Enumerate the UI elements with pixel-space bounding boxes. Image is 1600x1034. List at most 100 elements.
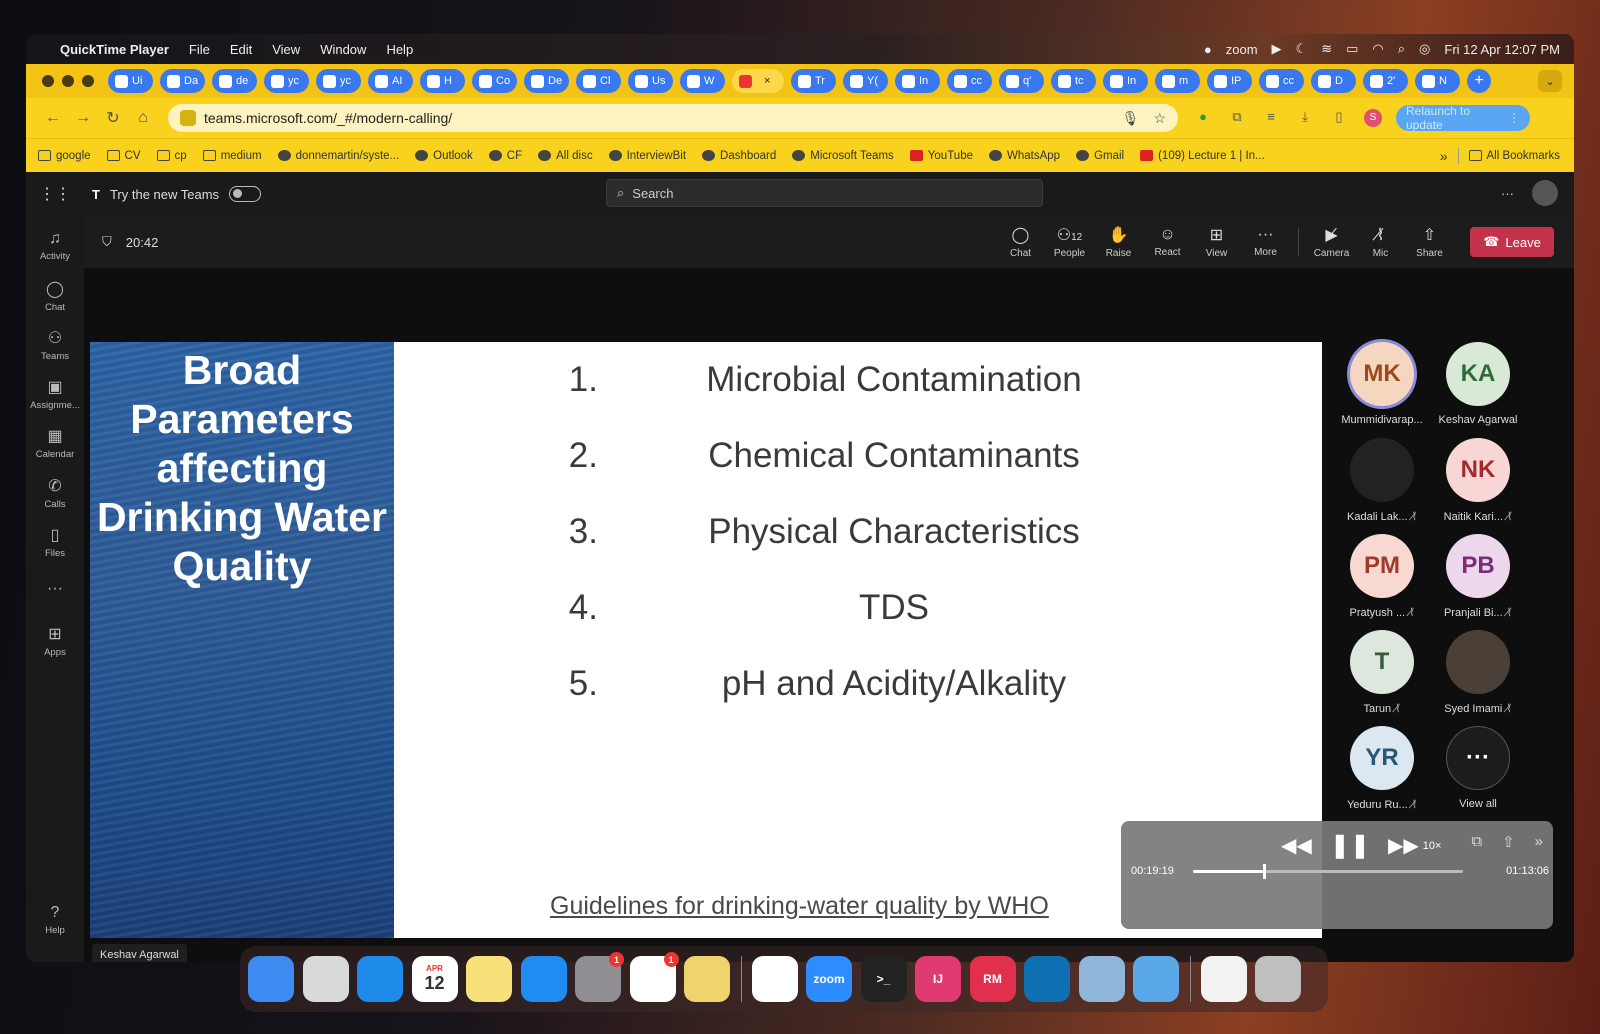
user-avatar[interactable]: [1532, 180, 1558, 206]
url-bar[interactable]: teams.microsoft.com/_#/modern-calling/ 🎙…: [168, 104, 1178, 132]
quicktime-icon[interactable]: [1133, 956, 1179, 1002]
browser-tab[interactable]: In: [895, 69, 940, 93]
vscode-icon[interactable]: [1024, 956, 1070, 1002]
bookmark-item[interactable]: Dashboard: [702, 150, 776, 162]
notes-icon[interactable]: [466, 956, 512, 1002]
bookmark-item[interactable]: WhatsApp: [989, 150, 1060, 162]
fast-forward-icon[interactable]: ▶▶: [1388, 833, 1419, 858]
bookmark-item[interactable]: medium: [202, 150, 262, 162]
play-circle-icon[interactable]: ▶: [1272, 41, 1282, 57]
menu-app-name[interactable]: QuickTime Player: [60, 42, 169, 57]
menu-file[interactable]: File: [189, 42, 210, 57]
picture-in-picture-icon[interactable]: ⧉: [1471, 833, 1482, 851]
browser-tab[interactable]: N: [1415, 69, 1460, 93]
expand-icon[interactable]: »: [1535, 833, 1543, 851]
browser-tab[interactable]: H: [420, 69, 465, 93]
profile-avatar[interactable]: S: [1364, 109, 1382, 127]
rail-calendar[interactable]: ▦ Calendar: [26, 426, 84, 460]
back-icon[interactable]: ←: [38, 109, 68, 127]
bookmark-item[interactable]: CV: [106, 150, 141, 162]
bookmark-star-icon[interactable]: ☆: [1153, 110, 1166, 127]
leave-button[interactable]: ☎ Leave: [1470, 227, 1554, 257]
share-icon[interactable]: ⇧: [1502, 833, 1515, 851]
participant-tile[interactable]: NK Naitik Kari... ⌇̸: [1430, 438, 1526, 523]
scrubber[interactable]: [1193, 864, 1463, 879]
zoom-icon[interactable]: zoom: [806, 956, 852, 1002]
browser-tab[interactable]: De: [524, 69, 569, 93]
menu-view[interactable]: View: [272, 42, 300, 57]
trash-icon[interactable]: [1255, 956, 1301, 1002]
zoom-window-button[interactable]: [82, 75, 94, 87]
spotlight-search-icon[interactable]: ⌕: [1398, 41, 1405, 57]
bookmark-item[interactable]: google: [38, 150, 91, 162]
wifi-icon[interactable]: ◠: [1372, 41, 1383, 57]
bookmark-item[interactable]: Outlook: [415, 150, 473, 162]
react-button[interactable]: ☺ React: [1143, 226, 1192, 258]
chrome-icon[interactable]: [751, 956, 798, 1002]
browser-tab-active[interactable]: ×: [732, 69, 784, 93]
view-button[interactable]: ⊞ View: [1192, 225, 1241, 259]
all-bookmarks-button[interactable]: All Bookmarks: [1468, 150, 1560, 162]
browser-tab[interactable]: 2': [1363, 69, 1408, 93]
participant-tile[interactable]: YR Yeduru Ru... ⌇̸: [1334, 726, 1430, 811]
browser-tab[interactable]: D: [1311, 69, 1356, 93]
stickies-icon[interactable]: [684, 956, 730, 1002]
raise-hand-button[interactable]: ✋ Raise: [1094, 225, 1143, 259]
minimize-window-button[interactable]: [62, 75, 74, 87]
calendar-icon[interactable]: APR 12: [411, 956, 458, 1002]
browser-tab[interactable]: cc: [1259, 69, 1304, 93]
new-tab-icon[interactable]: +: [1467, 69, 1491, 93]
browser-tab[interactable]: W: [680, 69, 725, 93]
rail-help[interactable]: ? Help: [26, 904, 84, 936]
browser-tab[interactable]: Cl: [576, 69, 621, 93]
more-bookmarks-button[interactable]: »: [1440, 148, 1448, 164]
extension-green-icon[interactable]: ●: [1194, 109, 1212, 127]
pause-icon[interactable]: ❚❚: [1330, 831, 1370, 860]
rail-assignments[interactable]: ▣ Assignme...: [26, 377, 84, 411]
finder-icon[interactable]: [248, 956, 294, 1002]
participant-tile[interactable]: MK Mummidivarap...: [1334, 342, 1430, 426]
terminal-icon[interactable]: >_: [860, 956, 907, 1002]
bookmark-item[interactable]: InterviewBit: [608, 150, 686, 162]
reload-icon[interactable]: ↻: [98, 108, 128, 128]
rail-teams[interactable]: ⚇ Teams: [26, 328, 84, 362]
bookmark-item[interactable]: donnemartin/syste...: [277, 150, 399, 162]
participant-tile[interactable]: PB Pranjali Bi... ⌇̸: [1430, 534, 1526, 619]
browser-tab[interactable]: yc: [264, 69, 309, 93]
shield-icon[interactable]: ⛉: [102, 234, 112, 250]
bookmark-item[interactable]: (109) Lecture 1 | In...: [1140, 150, 1265, 162]
bookmark-item[interactable]: CF: [488, 150, 522, 162]
forward-icon[interactable]: →: [68, 109, 98, 127]
close-tab-icon[interactable]: ×: [764, 75, 770, 87]
participant-tile[interactable]: PM Pratyush ... ⌇̸: [1334, 534, 1430, 619]
launchpad-icon[interactable]: [302, 956, 349, 1002]
browser-tab[interactable]: Tr: [791, 69, 836, 93]
browser-tab[interactable]: Co: [472, 69, 517, 93]
document-icon[interactable]: [1200, 956, 1247, 1002]
rail-files[interactable]: ▯ Files: [26, 525, 84, 559]
people-button[interactable]: ⚇12 People: [1045, 225, 1094, 259]
browser-tab[interactable]: q': [999, 69, 1044, 93]
participant-tile[interactable]: Kadali Lak... ⌇̸: [1334, 438, 1430, 523]
browser-tab[interactable]: In: [1103, 69, 1148, 93]
app-launcher-icon[interactable]: ⋮⋮: [26, 184, 84, 204]
reading-list-icon[interactable]: ≡: [1262, 109, 1280, 127]
extensions-puzzle-icon[interactable]: ⧉: [1228, 109, 1246, 127]
browser-tab[interactable]: Ui: [108, 69, 153, 93]
url-text[interactable]: teams.microsoft.com/_#/modern-calling/: [204, 110, 452, 126]
app-store-icon[interactable]: [520, 956, 567, 1002]
chat-button[interactable]: ◯ Chat: [996, 225, 1045, 259]
download-icon[interactable]: ⤓: [1296, 109, 1314, 127]
home-icon[interactable]: ⌂: [128, 109, 158, 127]
view-all-participants[interactable]: ··· View all: [1430, 726, 1526, 810]
browser-tab[interactable]: Us: [628, 69, 673, 93]
participant-tile[interactable]: KA Keshav Agarwal: [1430, 342, 1526, 426]
relaunch-button[interactable]: Relaunch to update ⋮: [1396, 104, 1530, 132]
battery-icon[interactable]: ▭: [1346, 41, 1358, 57]
rail-calls[interactable]: ✆ Calls: [26, 476, 84, 510]
preview-icon[interactable]: [1078, 956, 1125, 1002]
browser-tab[interactable]: AI: [368, 69, 413, 93]
voice-search-icon[interactable]: 🎙: [1122, 110, 1140, 127]
site-settings-icon[interactable]: [180, 110, 196, 126]
browser-tab[interactable]: tc: [1051, 69, 1096, 93]
